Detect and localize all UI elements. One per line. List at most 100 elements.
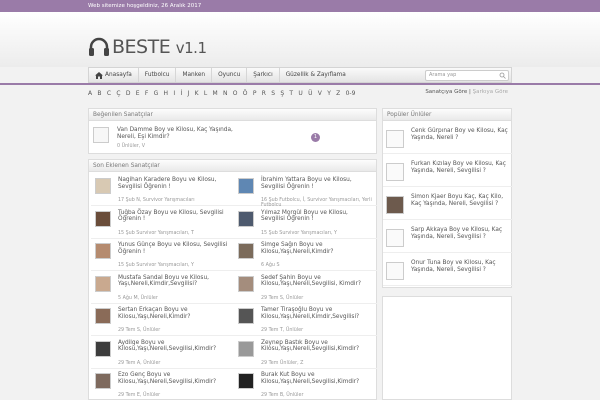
artist-link[interactable]: Yılmaz Morgül Boyu ve Kilosu, Sevgilisi …	[261, 210, 373, 223]
nav-item-sarkici[interactable]: Şarkıcı	[247, 68, 280, 82]
alphabet-letter[interactable]: Y	[327, 90, 331, 97]
alphabet-letter[interactable]: V	[318, 90, 322, 97]
logo-name: BESTE	[112, 36, 171, 58]
artist-link[interactable]: Ezo Genç Boyu ve Kilosu,Yaşı,Nereli,Sevg…	[118, 372, 230, 385]
artist-thumbnail[interactable]	[95, 243, 111, 259]
alphabet-letter[interactable]: K	[195, 90, 199, 97]
artist-meta: 29 Tem S, Ünlüler	[261, 295, 304, 301]
nav-item-manken[interactable]: Manken	[176, 68, 213, 82]
artist-link[interactable]: Zeynep Bastık Boyu ve Kilosu,Yaşı,Nereli…	[261, 340, 373, 353]
artist-link[interactable]: Burak Kut Boyu ve Kilosu,Yaşı,Nereli,Sev…	[261, 372, 373, 385]
artist-thumbnail[interactable]	[238, 178, 254, 194]
alphabet-letter[interactable]: E	[136, 90, 140, 97]
artist-link[interactable]: Sedef Şahin Boyu ve Kilosu,Yaşı,Nereli,S…	[261, 275, 373, 288]
artist-thumbnail[interactable]	[95, 340, 111, 357]
top-bar: Web sitemize hoşgeldiniz, 26 Aralık 2017	[0, 0, 600, 12]
artist-meta: 5 Ağu M, Ünlüler	[118, 295, 158, 301]
alphabet-letter[interactable]: F	[145, 90, 148, 97]
artist-link[interactable]: Sertan Erkaçan Boyu ve Kilosu,Yaşı,Nerel…	[118, 307, 230, 320]
list-item: Tamer Tiraşoğlu Boyu ve Kilosu,Yaşı,Nere…	[234, 304, 377, 336]
alphabet-letter[interactable]: Ş	[280, 90, 284, 97]
artist-link[interactable]: İbrahim Yattara Boyu ve Kilosu, Sevgilis…	[261, 177, 373, 190]
artist-link[interactable]: Furkan Kızılay Boy ve Kilosu, Kaç Yaşınd…	[411, 161, 509, 174]
alphabet-letter[interactable]: İ	[180, 90, 182, 97]
artist-thumbnail[interactable]	[386, 262, 404, 280]
artist-thumbnail[interactable]	[386, 163, 404, 181]
artist-link[interactable]: Yunus Günçe Boyu ve Kilosu, Sevgilisi Öğ…	[118, 242, 230, 255]
sort-by-song[interactable]: Şarkıya Göre	[473, 89, 508, 95]
alphabet-letter[interactable]: L	[204, 90, 207, 97]
nav-item-label: Güzellik & Zayıflama	[285, 72, 346, 78]
alphabet-letter[interactable]: B	[97, 90, 101, 97]
artist-thumbnail[interactable]	[238, 308, 254, 324]
artist-thumbnail[interactable]	[386, 130, 404, 148]
search-placeholder: Arama yap	[429, 72, 457, 78]
artist-link[interactable]: Onur Tuna Boy ve Kilosu, Kaç Yaşında, Ne…	[411, 260, 509, 273]
artist-meta: 6 Ağu S	[261, 263, 280, 268]
alphabet-letter[interactable]: T	[289, 90, 293, 97]
alphabet-letter[interactable]: A	[88, 90, 92, 97]
alphabet-letter[interactable]: 0-9	[346, 90, 356, 97]
alphabet-letter[interactable]: G	[154, 90, 159, 97]
alphabet-letter[interactable]: J	[188, 90, 190, 97]
artist-thumbnail[interactable]	[238, 210, 254, 227]
nav-item-guzellik[interactable]: Güzellik & Zayıflama	[280, 68, 352, 82]
artist-link[interactable]: Nagihan Karadere Boyu ve Kilosu, Sevgili…	[118, 177, 230, 190]
artist-thumbnail[interactable]	[93, 127, 109, 143]
artist-thumbnail[interactable]	[95, 275, 111, 292]
alphabet-letter[interactable]: Z	[336, 90, 340, 97]
alphabet-letter[interactable]: M	[212, 90, 217, 97]
artist-thumbnail[interactable]	[238, 340, 254, 357]
nav-item-label: Manken	[182, 72, 206, 78]
artist-link[interactable]: Sarp Akkaya Boy ve Kilosu, Kaç Yaşında, …	[411, 227, 509, 240]
list-item: Zeynep Bastık Boyu ve Kilosu,Yaşı,Nereli…	[234, 337, 377, 369]
artist-thumbnail[interactable]	[386, 229, 404, 247]
popular-panel: Popüler Ünlüler Cenk Gürpınar Boy ve Kil…	[382, 108, 513, 288]
popular-list: Cenk Gürpınar Boy ve Kilosu, Kaç Yaşında…	[383, 122, 513, 287]
artist-link[interactable]: Tuğba Özay Boyu ve Kilosu, Sevgilisi Öğr…	[118, 210, 230, 223]
alphabet-letter[interactable]: P	[253, 90, 257, 97]
list-item: Tuğba Özay Boyu ve Kilosu, Sevgilisi Öğr…	[91, 207, 234, 239]
artist-thumbnail[interactable]	[238, 275, 254, 292]
artist-thumbnail[interactable]	[95, 308, 111, 324]
artist-thumbnail[interactable]	[238, 243, 254, 259]
alphabet-letter[interactable]: N	[223, 90, 228, 97]
nav-item-futbolcu[interactable]: Futbolcu	[139, 68, 177, 82]
artist-meta: 29 Tem A, Ünlüler	[118, 360, 161, 366]
artist-thumbnail[interactable]	[238, 373, 254, 389]
artist-thumbnail[interactable]	[95, 373, 111, 389]
artist-thumbnail[interactable]	[95, 210, 111, 227]
alphabet-letter[interactable]: S	[271, 90, 275, 97]
search-input[interactable]: Arama yap	[425, 70, 509, 81]
liked-artists-panel: Beğenilen Sanatçılar Van Damme Boy ve Ki…	[88, 108, 377, 154]
alphabet-letter[interactable]: C	[107, 90, 111, 97]
sort-by-artist[interactable]: Sanatçıya Göre	[425, 89, 467, 95]
alphabet-letter[interactable]: I	[173, 90, 175, 97]
artist-thumbnail[interactable]	[386, 196, 404, 214]
artist-link[interactable]: Tamer Tiraşoğlu Boyu ve Kilosu,Yaşı,Nere…	[261, 307, 373, 320]
alphabet-letter[interactable]: H	[164, 90, 169, 97]
alphabet-letter[interactable]: D	[126, 90, 131, 97]
search-icon[interactable]	[499, 72, 506, 79]
nav-item-anasayfa[interactable]: Anasayfa	[89, 68, 139, 82]
artist-meta: 15 Şub Survivor Yarışmacıları, T	[118, 230, 194, 236]
artist-link[interactable]: Simge Sağın Boyu ve Kilosu,Yaşı,Nereli,K…	[261, 242, 373, 255]
artist-link[interactable]: Van Damme Boy ve Kilosu, Kaç Yaşında, Ne…	[117, 127, 237, 140]
artist-link[interactable]: Simon Kjaer Boyu Kaç, Kaç Kilo, Kaç Yaşı…	[411, 194, 509, 207]
site-logo[interactable]: BESTE v1.1	[88, 36, 207, 58]
alphabet-letter[interactable]: Ç	[116, 90, 120, 97]
alphabet-letter[interactable]: Ö	[243, 90, 248, 97]
nav-item-label: Şarkıcı	[253, 72, 273, 78]
artist-link[interactable]: Mustafa Sandal Boyu ve Kilosu, Yaşı,Nere…	[118, 275, 230, 288]
alphabet-letter[interactable]: O	[233, 90, 238, 97]
alphabet-letter[interactable]: U	[298, 90, 302, 97]
logo-version: v1.1	[175, 39, 207, 57]
artist-thumbnail[interactable]	[95, 178, 111, 194]
artist-meta: 0 Ünlüler, V	[117, 144, 146, 149]
nav-item-oyuncu[interactable]: Oyuncu	[212, 68, 248, 82]
alphabet-letter[interactable]: Ü	[308, 90, 312, 97]
alphabet-letter[interactable]: R	[262, 90, 266, 97]
artist-link[interactable]: Aydilge Boyu ve Kilosu,Yaşı,Nereli,Sevgi…	[118, 340, 230, 353]
artist-link[interactable]: Cenk Gürpınar Boy ve Kilosu, Kaç Yaşında…	[411, 128, 509, 141]
sort-options: Sanatçıya Göre | Şarkıya Göre	[425, 89, 508, 95]
